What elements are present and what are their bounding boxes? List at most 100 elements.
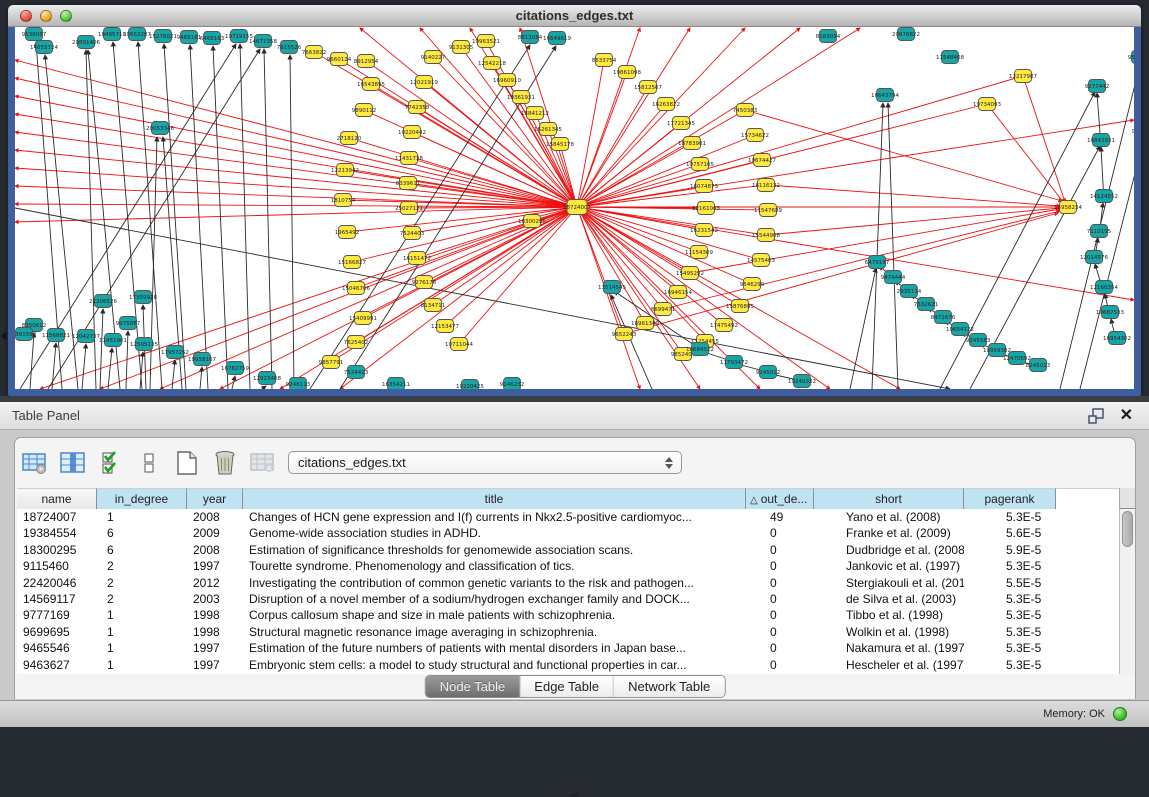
cell-name[interactable]: 14569117 bbox=[17, 591, 97, 607]
graph-node[interactable]: 19757105 bbox=[686, 158, 714, 171]
cell-short[interactable]: Dudbridge et al. (2008) bbox=[814, 542, 964, 558]
cell-name[interactable]: 18724007 bbox=[17, 509, 97, 525]
graph-node[interactable]: 15276021 bbox=[149, 30, 177, 43]
cell-pagerank[interactable]: 5.3E-5 bbox=[964, 509, 1056, 525]
cell-out_degree[interactable]: 0 bbox=[746, 542, 814, 558]
table-mode-icon[interactable] bbox=[21, 449, 49, 477]
table-row[interactable]: 1830029562008Estimation of significance … bbox=[17, 542, 1119, 558]
graph-edge[interactable] bbox=[82, 344, 86, 389]
table-row[interactable]: 1872400712008Changes of HCN gene express… bbox=[17, 509, 1119, 525]
graph-edge[interactable] bbox=[264, 49, 272, 389]
graph-edge[interactable] bbox=[577, 207, 699, 252]
cell-pagerank[interactable]: 5.3E-5 bbox=[964, 624, 1056, 640]
cell-in_degree[interactable]: 2 bbox=[97, 591, 187, 607]
graph-node[interactable]: 11793472 bbox=[720, 356, 748, 369]
graph-edge[interactable] bbox=[872, 103, 883, 389]
graph-node[interactable]: 8813054 bbox=[518, 31, 543, 44]
cell-year[interactable]: 2008 bbox=[187, 542, 243, 558]
graph-node[interactable]: 15409991 bbox=[349, 312, 377, 325]
cell-pagerank[interactable]: 5.9E-5 bbox=[964, 542, 1056, 558]
graph-node[interactable]: 9246113 bbox=[286, 378, 311, 390]
window-titlebar[interactable]: citations_edges.txt bbox=[8, 5, 1141, 27]
graph-node[interactable]: 15812567 bbox=[634, 81, 662, 94]
cell-in_degree[interactable]: 1 bbox=[97, 607, 187, 623]
table-row[interactable]: 946362711997Embryonic stem cells: a mode… bbox=[17, 657, 1119, 673]
graph-node[interactable]: 16261345 bbox=[534, 123, 562, 136]
graph-node[interactable]: 10959382 bbox=[983, 344, 1011, 357]
close-panel-icon[interactable]: ✕ bbox=[1120, 405, 1133, 425]
cell-title[interactable]: Changes of HCN gene expression and I(f) … bbox=[243, 509, 746, 525]
vertical-scrollbar[interactable] bbox=[1119, 509, 1135, 674]
cell-year[interactable]: 1997 bbox=[187, 640, 243, 656]
graph-node[interactable]: 15046706 bbox=[342, 282, 370, 295]
column-header-out_degree[interactable]: △out_de... bbox=[746, 488, 814, 509]
graph-edge[interactable] bbox=[108, 348, 112, 389]
cell-short[interactable]: Tibbo et al. (1998) bbox=[814, 607, 964, 623]
graph-node[interactable]: 12014576 bbox=[1080, 251, 1108, 264]
graph-edge[interactable] bbox=[15, 186, 577, 207]
graph-node[interactable]: 6479197 bbox=[865, 256, 890, 269]
cell-title[interactable]: Structural magnetic resonance image aver… bbox=[243, 624, 746, 640]
graph-edge[interactable] bbox=[340, 207, 577, 389]
graph-node[interactable]: 15166827 bbox=[338, 256, 366, 269]
graph-edge[interactable] bbox=[100, 309, 103, 389]
graph-edge[interactable] bbox=[987, 104, 1064, 203]
graph-edge[interactable] bbox=[52, 343, 56, 389]
graph-node[interactable]: 8533754 bbox=[592, 54, 617, 67]
graph-edge[interactable] bbox=[150, 137, 157, 389]
cell-name[interactable]: 9115460 bbox=[17, 558, 97, 574]
graph-node[interactable]: 9857791 bbox=[319, 356, 344, 369]
scrollbar-thumb[interactable] bbox=[1122, 511, 1133, 547]
cell-pagerank[interactable]: 5.3E-5 bbox=[964, 640, 1056, 656]
graph-edge[interactable] bbox=[888, 103, 898, 389]
graph-node[interactable]: 18724007 bbox=[563, 200, 591, 215]
table-row[interactable]: 2242004622012Investigating the contribut… bbox=[17, 575, 1119, 591]
graph-node[interactable]: 10653287 bbox=[123, 28, 151, 41]
graph-node[interactable]: 10687533 bbox=[1096, 306, 1124, 319]
cell-out_degree[interactable]: 0 bbox=[746, 640, 814, 656]
graph-node[interactable]: 12505135 bbox=[130, 338, 158, 351]
cell-pagerank[interactable]: 5.3E-5 bbox=[964, 591, 1056, 607]
graph-node[interactable]: 10654122 bbox=[946, 323, 974, 336]
graph-edge[interactable] bbox=[213, 46, 228, 389]
graph-node[interactable]: 19861098 bbox=[613, 66, 641, 79]
graph-node[interactable]: 9890112 bbox=[352, 104, 377, 117]
table-row[interactable]: 946554611997Estimation of the future num… bbox=[17, 640, 1119, 656]
table-row[interactable]: 969969511998Structural magnetic resonanc… bbox=[17, 624, 1119, 640]
graph-node[interactable]: 9660124 bbox=[327, 53, 352, 66]
graph-node[interactable]: 15734622 bbox=[741, 129, 769, 142]
cell-title[interactable]: Investigating the contribution of common… bbox=[243, 575, 746, 591]
tab-node-table[interactable]: Node Table bbox=[426, 676, 521, 697]
tab-network-table[interactable]: Network Table bbox=[614, 676, 724, 697]
cell-name[interactable]: 18300295 bbox=[17, 542, 97, 558]
graph-edge[interactable] bbox=[850, 268, 876, 389]
graph-edge[interactable] bbox=[663, 211, 1060, 309]
cell-short[interactable]: de Silva et al. (2003) bbox=[814, 591, 964, 607]
graph-node[interactable]: 8339611 bbox=[396, 177, 421, 190]
split-handle[interactable] bbox=[570, 793, 579, 797]
column-header-in_degree[interactable]: in_degree bbox=[97, 488, 187, 509]
graph-node[interactable]: 8699471 bbox=[651, 303, 676, 316]
graph-edge[interactable] bbox=[15, 114, 577, 207]
graph-node[interactable]: 12217987 bbox=[1009, 70, 1037, 83]
cell-out_degree[interactable]: 0 bbox=[746, 558, 814, 574]
graph-node[interactable]: 11451901 bbox=[99, 334, 127, 347]
cell-short[interactable]: Yano et al. (2008) bbox=[814, 509, 964, 525]
graph-node[interactable]: 15495292 bbox=[676, 267, 704, 280]
graph-edge[interactable] bbox=[577, 207, 663, 309]
graph-edge[interactable] bbox=[577, 207, 1134, 300]
cell-year[interactable]: 1997 bbox=[187, 558, 243, 574]
graph-node[interactable]: 11548408 bbox=[936, 51, 964, 64]
show-columns-icon[interactable] bbox=[59, 449, 87, 477]
graph-node[interactable]: 16782759 bbox=[221, 362, 249, 375]
graph-node[interactable]: 19734093 bbox=[973, 98, 1001, 111]
cell-pagerank[interactable]: 5.3E-5 bbox=[964, 657, 1056, 673]
cell-short[interactable]: Hescheler et al. (1997) bbox=[814, 657, 964, 673]
graph-edge[interactable] bbox=[290, 55, 294, 389]
cell-pagerank[interactable]: 5.6E-5 bbox=[964, 525, 1056, 541]
cell-out_degree[interactable]: 0 bbox=[746, 624, 814, 640]
graph-node[interactable]: 16231542 bbox=[690, 224, 718, 237]
graph-node[interactable]: 14055724 bbox=[30, 41, 58, 54]
cell-in_degree[interactable]: 1 bbox=[97, 509, 187, 525]
graph-node[interactable]: 14124552 bbox=[1090, 190, 1118, 203]
